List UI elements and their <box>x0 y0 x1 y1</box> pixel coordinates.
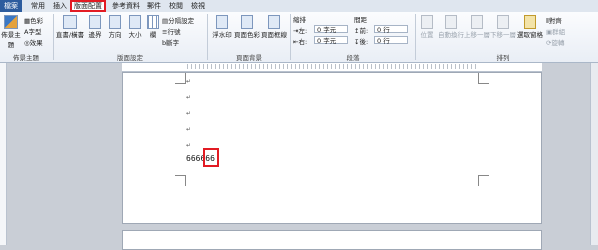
position-icon <box>421 15 433 29</box>
indent-heading: 縮排 <box>293 16 306 24</box>
theme-fonts-button[interactable]: A字型 <box>24 26 41 36</box>
page-borders-icon <box>268 15 280 29</box>
document-page[interactable] <box>122 72 542 224</box>
theme-colors-button[interactable]: ▦色彩 <box>24 15 43 25</box>
text-cursor-highlight <box>203 148 219 167</box>
tab-file[interactable]: 檔案 <box>0 0 22 12</box>
margins-button[interactable]: 邊界 <box>86 15 104 39</box>
send-backward-icon <box>497 15 509 29</box>
theme-effects-button[interactable]: ◎效果 <box>24 37 43 47</box>
spacing-before-input[interactable]: 0 行 <box>374 25 408 34</box>
group-label-themes: 佈景主題 <box>13 54 39 62</box>
group-separator <box>290 14 291 60</box>
margin-corner-bottom-right <box>478 175 489 186</box>
vertical-ruler[interactable] <box>0 63 7 245</box>
position-button[interactable]: 位置 <box>418 15 436 39</box>
breaks-button[interactable]: ▤分隔設定 <box>162 15 194 25</box>
wrap-text-icon <box>445 15 457 29</box>
tab-references[interactable]: 參考資料 <box>108 0 144 12</box>
text-direction-icon <box>63 15 77 29</box>
horizontal-ruler[interactable] <box>122 63 542 72</box>
ruler-ticks <box>187 64 477 69</box>
spacing-after-label: ↧後: <box>354 38 369 46</box>
spacing-heading: 間距 <box>354 16 367 24</box>
group-label-page-setup: 版面設定 <box>117 54 143 62</box>
margin-corner-bottom-left <box>175 175 186 186</box>
indent-left-label: ⇥左: <box>293 27 308 35</box>
hyphenation-button[interactable]: b斷字 <box>162 37 179 47</box>
text-direction-button[interactable]: 直書/橫書 <box>55 15 85 39</box>
orientation-button[interactable]: 方向 <box>106 15 124 39</box>
line-numbers-button[interactable]: ≡行號 <box>162 26 180 36</box>
watermark-button[interactable]: 浮水印 <box>210 15 234 39</box>
ribbon: 佈景主題 ▦色彩 A字型 ◎效果 佈景主題 直書/橫書 邊界 方向 大小 欄 ▤… <box>0 12 598 63</box>
tab-view[interactable]: 檢視 <box>188 0 208 12</box>
paragraph-mark: ↵ <box>186 142 192 149</box>
tab-home[interactable]: 常用 <box>28 0 48 12</box>
size-button[interactable]: 大小 <box>126 15 144 39</box>
themes-icon <box>4 15 18 29</box>
margin-corner-top-left <box>175 73 186 84</box>
page-color-button[interactable]: 頁面色彩 <box>234 15 260 39</box>
group-label-paragraph: 段落 <box>346 54 360 62</box>
vertical-scrollbar[interactable] <box>590 63 598 245</box>
themes-button[interactable]: 佈景主題 <box>0 15 22 49</box>
indent-left-input[interactable]: 0 字元 <box>314 25 348 34</box>
paragraph-mark: ↵ <box>186 110 192 117</box>
group-objects-button[interactable]: ▣群組 <box>546 26 565 36</box>
watermark-icon <box>216 15 228 29</box>
tab-mailings[interactable]: 郵件 <box>144 0 164 12</box>
send-backward-button[interactable]: 下移一層 <box>490 15 516 39</box>
paragraph-mark: ↵ <box>186 94 192 101</box>
margin-corner-top-right <box>478 73 489 84</box>
tab-page-layout[interactable]: 版面配置 <box>70 0 106 12</box>
columns-button[interactable]: 欄 <box>146 15 160 39</box>
page-borders-button[interactable]: 頁面框線 <box>260 15 288 39</box>
selection-pane-button[interactable]: 選取窗格 <box>516 15 544 39</box>
tab-insert[interactable]: 插入 <box>50 0 70 12</box>
paragraph-mark: ↵ <box>186 126 192 133</box>
tab-review[interactable]: 校閱 <box>166 0 186 12</box>
group-separator <box>207 14 208 60</box>
indent-right-label: ⇤右: <box>293 38 308 46</box>
size-icon <box>129 15 141 29</box>
orientation-icon <box>109 15 121 29</box>
margins-icon <box>89 15 101 29</box>
indent-right-input[interactable]: 0 字元 <box>314 36 348 45</box>
bring-forward-button[interactable]: 上移一層 <box>464 15 490 39</box>
wrap-text-button[interactable]: 自動換行 <box>438 15 464 39</box>
rotate-button[interactable]: ⟳旋轉 <box>546 37 564 47</box>
paragraph-mark: ↵ <box>186 78 192 85</box>
bring-forward-icon <box>471 15 483 29</box>
next-document-page[interactable] <box>122 230 542 250</box>
group-label-page-background: 頁面背景 <box>236 54 262 62</box>
group-separator <box>53 14 54 60</box>
group-label-arrange: 排列 <box>496 54 510 62</box>
spacing-after-input[interactable]: 0 行 <box>374 36 408 45</box>
group-separator <box>415 14 416 60</box>
page-color-icon <box>241 15 253 29</box>
columns-icon <box>147 15 159 29</box>
selection-pane-icon <box>524 15 536 29</box>
spacing-before-label: ↥前: <box>354 27 369 35</box>
align-button[interactable]: ⫴對齊 <box>546 15 562 26</box>
